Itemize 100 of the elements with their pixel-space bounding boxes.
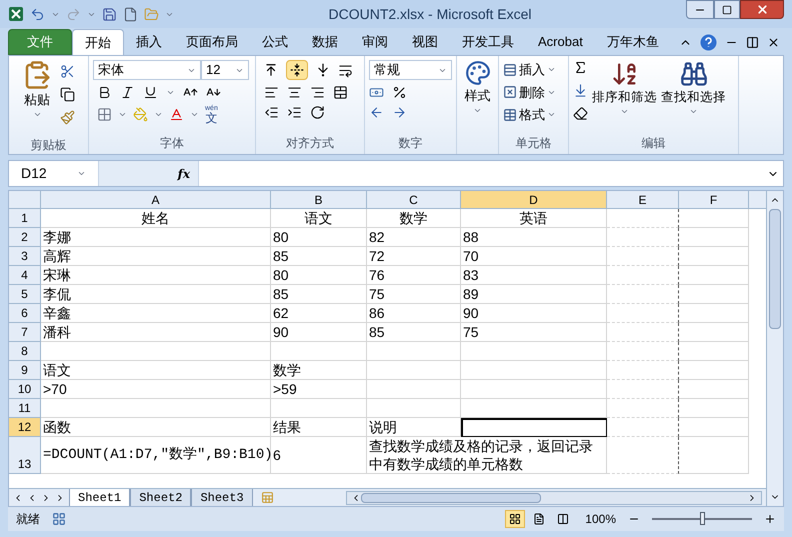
ribbon-tab[interactable]: 开始 <box>72 29 124 55</box>
table-cell[interactable]: 姓名 <box>41 209 271 228</box>
row-header[interactable]: 5 <box>9 285 41 304</box>
table-cell[interactable]: 80 <box>271 228 367 247</box>
table-cell[interactable]: 说明 <box>367 418 461 437</box>
table-cell[interactable]: 72 <box>367 247 461 266</box>
vertical-scroll-thumb[interactable] <box>769 209 781 329</box>
row-header[interactable]: 10 <box>9 380 41 399</box>
rotate-icon[interactable] <box>310 105 325 120</box>
table-cell[interactable]: 函数 <box>41 418 271 437</box>
row-header[interactable]: 2 <box>9 228 41 247</box>
ribbon-tab[interactable]: 开发工具 <box>450 29 526 55</box>
close-button[interactable] <box>740 0 784 19</box>
empty-cell[interactable] <box>607 418 679 437</box>
table-cell[interactable]: 80 <box>271 266 367 285</box>
table-cell[interactable]: 88 <box>461 228 607 247</box>
table-cell[interactable]: 75 <box>461 323 607 342</box>
empty-cell[interactable] <box>607 266 679 285</box>
table-cell[interactable]: 英语 <box>461 209 607 228</box>
table-cell[interactable]: 82 <box>367 228 461 247</box>
table-cell[interactable]: 62 <box>271 304 367 323</box>
empty-cell[interactable] <box>607 323 679 342</box>
undo-icon[interactable] <box>30 6 45 22</box>
restore-workbook-icon[interactable] <box>746 36 759 49</box>
table-cell[interactable]: 90 <box>461 304 607 323</box>
table-cell[interactable]: 李侃 <box>41 285 271 304</box>
empty-cell[interactable] <box>607 304 679 323</box>
table-cell[interactable]: 李娜 <box>41 228 271 247</box>
maximize-button[interactable] <box>714 0 740 19</box>
column-header[interactable]: A <box>41 191 271 208</box>
copy-icon[interactable] <box>60 87 75 102</box>
file-tab[interactable]: 文件 <box>8 29 72 55</box>
horizontal-scroll-thumb[interactable] <box>360 492 541 502</box>
empty-cell[interactable] <box>607 247 679 266</box>
row-header[interactable]: 6 <box>9 304 41 323</box>
column-header[interactable]: D <box>461 191 607 208</box>
new-file-icon[interactable] <box>123 6 138 22</box>
table-cell[interactable]: 85 <box>367 323 461 342</box>
cut-icon[interactable] <box>60 64 75 79</box>
underline-icon[interactable] <box>143 85 158 100</box>
find-select-button[interactable]: 查找和选择 <box>661 60 726 132</box>
table-cell[interactable]: 宋琳 <box>41 266 271 285</box>
table-cell[interactable]: 6 <box>271 437 367 474</box>
zoom-in-icon[interactable] <box>764 513 776 525</box>
row-header[interactable]: 8 <box>9 342 41 361</box>
active-cell[interactable] <box>461 418 607 437</box>
sum-icon[interactable] <box>573 60 588 75</box>
ribbon-tab[interactable]: 审阅 <box>350 29 400 55</box>
fill-color-icon[interactable] <box>133 107 148 122</box>
sheet-tab[interactable]: Sheet2 <box>130 488 192 506</box>
table-cell[interactable]: 89 <box>461 285 607 304</box>
table-cell[interactable]: 85 <box>271 247 367 266</box>
percent-icon[interactable] <box>392 85 407 100</box>
cells-menu-button[interactable]: 插入 <box>503 60 564 80</box>
align-left-icon[interactable] <box>264 85 279 100</box>
banknote-icon[interactable] <box>369 85 384 100</box>
table-cell[interactable]: >59 <box>271 380 367 399</box>
table-cell[interactable]: 高辉 <box>41 247 271 266</box>
table-cell[interactable]: 查找数学成绩及格的记录，返回记录中有数学成绩的单元格数 <box>367 437 607 474</box>
empty-cell[interactable] <box>607 361 679 380</box>
table-cell[interactable]: 76 <box>367 266 461 285</box>
ribbon-tab[interactable]: 万年木鱼 <box>594 29 671 55</box>
table-cell[interactable]: 结果 <box>271 418 367 437</box>
table-cell[interactable]: 90 <box>271 323 367 342</box>
spreadsheet-logo-icon[interactable] <box>8 6 24 22</box>
column-header[interactable]: B <box>271 191 367 208</box>
row-header[interactable]: 7 <box>9 323 41 342</box>
macro-record-icon[interactable] <box>52 512 66 526</box>
empty-cell[interactable] <box>607 209 679 228</box>
arrow-right-icon[interactable] <box>392 105 407 120</box>
ribbon-tab[interactable]: 公式 <box>250 29 300 55</box>
column-header[interactable]: F <box>679 191 749 208</box>
ribbon-tab[interactable]: 视图 <box>400 29 450 55</box>
view-button[interactable] <box>505 510 526 528</box>
table-cell[interactable]: >70 <box>41 380 271 399</box>
sort-filter-button[interactable]: 排序和筛选 <box>592 60 657 132</box>
cells-menu-button[interactable]: 删除 <box>503 82 564 102</box>
indent-decrease-icon[interactable] <box>264 105 279 120</box>
bold-icon[interactable] <box>97 85 112 100</box>
empty-cell[interactable] <box>607 380 679 399</box>
row-header[interactable]: 12 <box>9 418 41 437</box>
indent-increase-icon[interactable] <box>287 105 302 120</box>
empty-cell[interactable] <box>607 342 679 361</box>
table-cell[interactable]: 85 <box>271 285 367 304</box>
sheet-tab[interactable]: Sheet3 <box>191 488 253 506</box>
sheet-tab[interactable]: Sheet1 <box>69 488 130 506</box>
row-header[interactable]: 3 <box>9 247 41 266</box>
align-right-icon[interactable] <box>310 85 325 100</box>
table-cell[interactable]: 辛鑫 <box>41 304 271 323</box>
empty-cell[interactable] <box>607 228 679 247</box>
ribbon-tab[interactable]: 插入 <box>124 29 174 55</box>
paste-button[interactable]: 粘贴 <box>22 60 52 136</box>
row-header[interactable]: 11 <box>9 399 41 418</box>
table-cell[interactable]: 70 <box>461 247 607 266</box>
empty-cell[interactable] <box>607 399 679 418</box>
row-header[interactable]: 13 <box>9 437 41 474</box>
cells-menu-button[interactable]: 格式 <box>503 105 564 124</box>
close-workbook-icon[interactable] <box>767 36 780 49</box>
row-header[interactable]: 1 <box>9 209 41 228</box>
empty-cell[interactable] <box>607 285 679 304</box>
